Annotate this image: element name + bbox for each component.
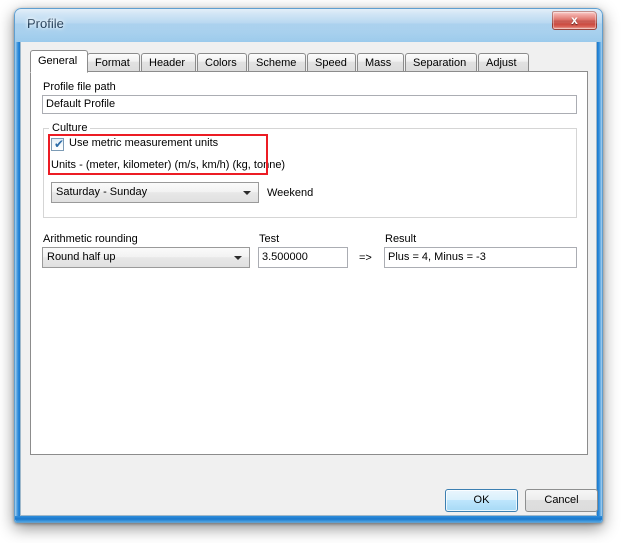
dialog-client-area: General Format Header Colors Scheme Spee…	[20, 42, 598, 516]
close-icon: x	[571, 13, 578, 27]
tab-speed[interactable]: Speed	[307, 53, 356, 71]
window-frame-bottom	[15, 516, 602, 522]
tab-mass[interactable]: Mass	[357, 53, 404, 71]
result-label: Result	[385, 233, 417, 245]
profile-file-path-input[interactable]: Default Profile	[42, 95, 577, 114]
tab-strip: General Format Header Colors Scheme Spee…	[30, 50, 588, 73]
settings-tab-control: General Format Header Colors Scheme Spee…	[30, 50, 588, 455]
use-metric-checkbox-label: Use metric measurement units	[69, 137, 219, 149]
profile-dialog-window: Profile x General Format Header Colors S…	[14, 8, 603, 523]
ok-button[interactable]: OK	[445, 489, 518, 512]
profile-file-path-label: Profile file path	[43, 81, 116, 93]
checkbox-box: ✔	[51, 138, 64, 151]
tab-separation[interactable]: Separation	[405, 53, 477, 71]
window-title: Profile	[27, 16, 64, 31]
checkmark-icon: ✔	[53, 137, 65, 151]
culture-group-title: Culture	[49, 122, 91, 134]
result-output: Plus = 4, Minus = -3	[384, 247, 577, 268]
chevron-down-icon	[243, 191, 251, 195]
use-metric-checkbox[interactable]: ✔ Use metric measurement units	[51, 137, 271, 153]
weekend-label: Weekend	[267, 187, 314, 199]
tab-format[interactable]: Format	[87, 53, 140, 71]
arithmetic-rounding-label: Arithmetic rounding	[43, 233, 138, 245]
weekend-combobox-value: Saturday - Sunday	[56, 186, 148, 198]
tab-adjust[interactable]: Adjust	[478, 53, 529, 71]
title-bar[interactable]: Profile x	[14, 8, 603, 42]
tab-colors[interactable]: Colors	[197, 53, 247, 71]
tab-page-general: Profile file path Default Profile Cultur…	[30, 71, 588, 455]
close-button[interactable]: x	[552, 11, 597, 30]
tab-scheme[interactable]: Scheme	[248, 53, 306, 71]
test-label: Test	[259, 233, 280, 245]
desktop-background: Profile x General Format Header Colors S…	[0, 0, 625, 543]
arithmetic-rounding-value: Round half up	[47, 251, 116, 263]
arithmetic-rounding-combobox[interactable]: Round half up	[42, 247, 250, 268]
cancel-button[interactable]: Cancel	[525, 489, 598, 512]
tab-header[interactable]: Header	[141, 53, 196, 71]
window-frame-right	[597, 42, 602, 521]
implies-arrow-icon: =>	[359, 252, 372, 264]
units-description-label: Units - (meter, kilometer) (m/s, km/h) (…	[51, 159, 286, 171]
test-input[interactable]: 3.500000	[258, 247, 348, 268]
weekend-combobox[interactable]: Saturday - Sunday	[51, 182, 259, 203]
tab-general[interactable]: General	[30, 50, 88, 73]
chevron-down-icon	[234, 256, 242, 260]
